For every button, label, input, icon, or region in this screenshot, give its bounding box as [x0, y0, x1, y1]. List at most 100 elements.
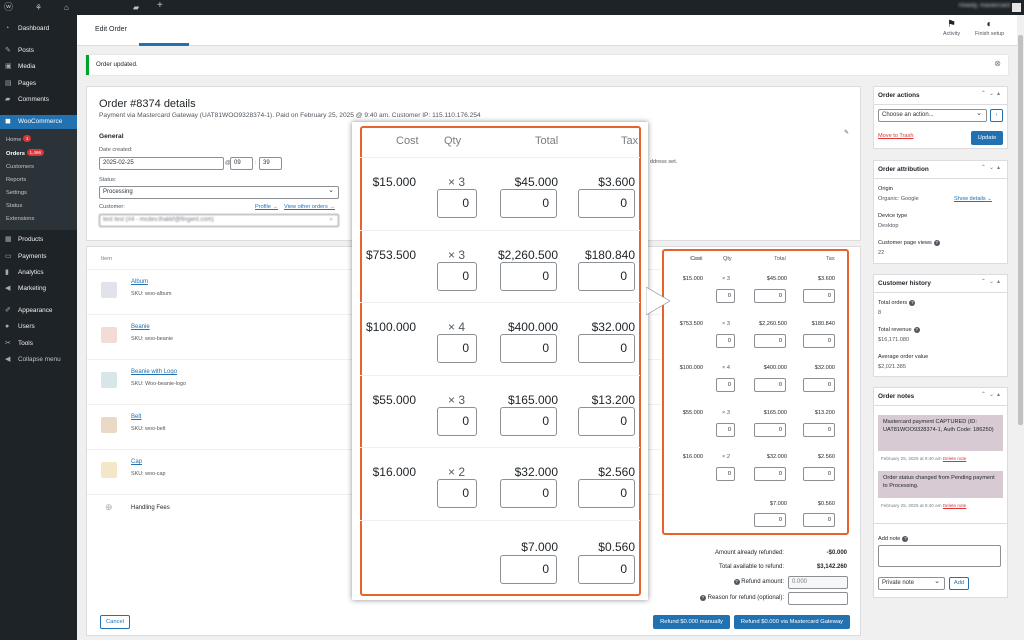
zoom-fee-refund-tax-input[interactable]: 0	[578, 554, 635, 584]
date-created-input[interactable]: 2025-02-25	[99, 157, 224, 170]
edit-pencil-icon[interactable]: ✎	[844, 129, 849, 136]
refund-manually-button[interactable]: Refund $0.000 manually	[653, 615, 730, 629]
zoom-refund-tax-input[interactable]: 0	[578, 334, 635, 363]
zoom-refund-qty-input[interactable]: 0	[437, 189, 477, 218]
order-action-select[interactable]: Choose an action...	[878, 108, 987, 122]
add-note-textarea[interactable]	[878, 545, 1001, 567]
box-controls-icon[interactable]: ⌃⌄▴	[981, 278, 1003, 285]
zoom-refund-qty-input[interactable]: 0	[437, 261, 477, 291]
menu-collapse[interactable]: ◀ Collapse menu	[0, 353, 77, 367]
menu-media[interactable]: ▣ Media	[0, 60, 77, 74]
scrollbar-thumb[interactable]	[1018, 35, 1023, 425]
activity-button[interactable]: ⚑ Activity	[943, 18, 960, 37]
small-refund-qty-input[interactable]: 0	[716, 467, 735, 481]
profile-link[interactable]: Profile →	[255, 204, 278, 210]
cancel-button[interactable]: Cancel	[100, 615, 130, 629]
item-name-beanie[interactable]: Beanie	[131, 324, 150, 330]
status-select[interactable]: Processing	[99, 185, 339, 199]
page-scrollbar[interactable]	[1017, 15, 1024, 640]
small-refund-total-input[interactable]: 0	[754, 333, 786, 348]
note-type-select[interactable]: Private note	[878, 576, 945, 590]
menu-tools[interactable]: ✂ Tools	[0, 337, 77, 351]
item-name-album[interactable]: Album	[131, 279, 148, 285]
item-name-belt[interactable]: Belt	[131, 414, 141, 420]
menu-users[interactable]: ● Users	[0, 320, 77, 334]
view-other-orders-link[interactable]: View other orders →	[284, 204, 335, 210]
small-fee-refund-tax-input[interactable]: 0	[803, 513, 835, 527]
delete-note-link[interactable]: Delete note	[943, 503, 967, 508]
finish-setup-button[interactable]: ◐ Finish setup	[975, 18, 1004, 37]
menu-products[interactable]: ▦ Products	[0, 233, 77, 247]
network-icon[interactable]: ⚘	[35, 2, 42, 13]
small-refund-qty-input[interactable]: 0	[716, 378, 735, 392]
small-refund-qty-input[interactable]: 0	[716, 422, 735, 437]
small-refund-tax-input[interactable]: 0	[803, 378, 835, 392]
add-note-button[interactable]: Add	[949, 577, 969, 590]
small-refund-tax-input[interactable]: 0	[803, 467, 835, 481]
customer-select[interactable]: test test (#4 - mcdev.thakkf@fingent.com…	[99, 213, 339, 227]
menu-dashboard[interactable]: ◔ Dashboard	[0, 22, 77, 36]
small-refund-total-input[interactable]: 0	[754, 289, 786, 303]
menu-posts[interactable]: ✎ Posts	[0, 44, 77, 58]
zoom-refund-qty-input[interactable]: 0	[437, 406, 477, 436]
item-name-cap[interactable]: Cap	[131, 459, 142, 465]
small-refund-tax-input[interactable]: 0	[803, 289, 835, 303]
zoom-refund-tax-input[interactable]: 0	[578, 261, 635, 291]
minute-input[interactable]: 39	[259, 157, 282, 170]
zoom-refund-total-input[interactable]: 0	[500, 334, 557, 363]
refund-amount-input[interactable]: 0.000	[788, 576, 848, 589]
submenu-orders[interactable]: Orders 1,496	[6, 149, 44, 160]
delete-note-link[interactable]: Delete note	[943, 456, 967, 461]
submenu-settings[interactable]: Settings	[6, 188, 27, 199]
box-controls-icon[interactable]: ⌃⌄▴	[981, 391, 1003, 398]
small-refund-tax-input[interactable]: 0	[803, 333, 835, 348]
zoom-refund-tax-input[interactable]: 0	[578, 479, 635, 508]
refund-gateway-button[interactable]: Refund $0.000 via Mastercard Gateway	[734, 615, 850, 629]
zoom-refund-total-input[interactable]: 0	[500, 189, 557, 218]
apply-action-button[interactable]: ›	[990, 109, 1003, 122]
wordpress-logo-icon[interactable]: ⓦ	[4, 2, 13, 13]
submenu-status[interactable]: Status	[6, 201, 22, 212]
menu-woocommerce[interactable]: ◼ WooCommerce	[0, 115, 77, 129]
submenu-customers[interactable]: Customers	[6, 162, 34, 173]
submenu-reports[interactable]: Reports	[6, 175, 26, 186]
menu-analytics[interactable]: ▮ Analytics	[0, 266, 77, 280]
zoom-fee-refund-total-input[interactable]: 0	[500, 554, 557, 584]
small-refund-qty-input[interactable]: 0	[716, 333, 735, 348]
menu-marketing[interactable]: ◀ Marketing	[0, 282, 77, 296]
zoom-refund-tax-input[interactable]: 0	[578, 189, 635, 218]
zoom-refund-total-input[interactable]: 0	[500, 479, 557, 508]
zoom-refund-total-input[interactable]: 0	[500, 261, 557, 291]
small-refund-tax-input[interactable]: 0	[803, 422, 835, 437]
box-controls-icon[interactable]: ⌃⌄▴	[981, 164, 1003, 171]
show-details-link[interactable]: Show details ⌄	[954, 196, 992, 202]
small-refund-total-input[interactable]: 0	[754, 422, 786, 437]
small-refund-total-input[interactable]: 0	[754, 378, 786, 392]
hour-input[interactable]: 09	[230, 157, 253, 170]
avatar[interactable]	[1012, 3, 1021, 12]
small-refund-total-input[interactable]: 0	[754, 467, 786, 481]
small-fee-refund-total-input[interactable]: 0	[754, 513, 786, 527]
submenu-home[interactable]: Home 1	[6, 135, 32, 146]
dismiss-icon[interactable]: ⊗	[994, 59, 1001, 68]
refund-reason-input[interactable]	[788, 592, 848, 605]
zoom-tax-header: Tax	[621, 135, 639, 147]
menu-pages[interactable]: ▤ Pages	[0, 77, 77, 91]
howdy-text[interactable]: Howdy, mastercard	[959, 3, 1010, 9]
zoom-refund-total-input[interactable]: 0	[500, 406, 557, 436]
home-icon[interactable]: ⌂	[64, 2, 69, 13]
zoom-refund-tax-input[interactable]: 0	[578, 406, 635, 436]
menu-appearance[interactable]: ✐ Appearance	[0, 304, 77, 318]
small-refund-qty-input[interactable]: 0	[716, 289, 735, 303]
comments-icon[interactable]: ▰	[133, 2, 139, 13]
menu-payments[interactable]: ▭ Payments	[0, 250, 77, 264]
zoom-refund-qty-input[interactable]: 0	[437, 334, 477, 363]
zoom-refund-qty-input[interactable]: 0	[437, 479, 477, 508]
move-to-trash-link[interactable]: Move to Trash	[878, 133, 913, 139]
menu-comments[interactable]: ▰ Comments	[0, 93, 77, 107]
item-name-beanie-logo[interactable]: Beanie with Logo	[131, 369, 177, 375]
submenu-extensions[interactable]: Extensions	[6, 214, 34, 225]
box-controls-icon[interactable]: ⌃⌄▴	[981, 90, 1003, 97]
update-button[interactable]: Update	[971, 131, 1003, 145]
new-content-icon[interactable]: +	[157, 0, 163, 11]
